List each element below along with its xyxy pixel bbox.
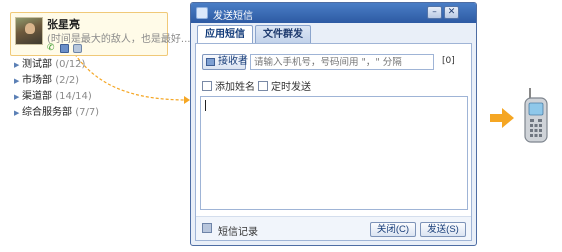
text-caret <box>205 100 206 111</box>
sms-icon[interactable] <box>60 44 69 53</box>
dialog-footer: 短信记录 关闭(C) 发送(S) <box>196 216 471 240</box>
contact-panel: 张星亮 (时间是最大的敌人，也是最好... ✆ ▶ 测试部 (0/12) ▶ 市场部… <box>10 12 190 122</box>
sms-history-link[interactable]: 短信记录 <box>218 223 258 238</box>
expand-arrow-icon[interactable]: ▶ <box>14 73 22 89</box>
expand-arrow-icon[interactable]: ▶ <box>14 57 22 73</box>
group-count: (2/2) <box>55 75 80 86</box>
group-count: (0/12) <box>55 59 86 70</box>
contact-actions: ✆ <box>47 44 86 54</box>
group-count: (14/14) <box>55 91 92 102</box>
contact-status: (时间是最大的敌人，也是最好... <box>47 34 191 45</box>
tab-app-sms[interactable]: 应用短信 <box>197 25 253 43</box>
recipient-button[interactable]: 接收者 <box>202 54 248 70</box>
phone-icon[interactable]: ✆ <box>47 44 56 53</box>
group-label: 综合服务部 <box>22 107 72 118</box>
group-count: (7/7) <box>75 107 100 118</box>
group-label: 测试部 <box>22 59 52 70</box>
right-arrow-icon <box>490 108 514 128</box>
checkbox-box[interactable] <box>258 81 268 91</box>
dialog-title: 发送短信 <box>213 11 253 22</box>
fax-icon[interactable] <box>73 44 82 53</box>
dialog-titlebar[interactable]: 发送短信 – ✕ <box>191 3 476 23</box>
timed-send-checkbox[interactable]: 定时发送 <box>258 78 311 93</box>
close-button[interactable]: 关闭(C) <box>370 222 416 237</box>
address-book-icon <box>206 58 215 66</box>
char-count: [0] <box>442 56 455 66</box>
contact-card[interactable]: 张星亮 (时间是最大的敌人，也是最好... ✆ <box>10 12 190 56</box>
avatar[interactable] <box>15 17 43 45</box>
group-item[interactable]: ▶ 渠道部 (14/14) <box>10 89 170 105</box>
group-label: 市场部 <box>22 75 52 86</box>
dialog-content: 接收者 [0] 添加姓名 定时发送 短信记录 关闭(C) 发送(S) <box>195 43 472 241</box>
minimize-button[interactable]: – <box>427 6 442 19</box>
message-textarea[interactable] <box>200 96 468 210</box>
checkbox-box[interactable] <box>202 81 212 91</box>
mobile-phone-icon <box>524 88 548 143</box>
recipient-button-label: 接收者 <box>218 56 248 67</box>
tab-file-broadcast[interactable]: 文件群发 <box>255 25 311 43</box>
group-item[interactable]: ▶ 综合服务部 (7/7) <box>10 105 170 121</box>
timed-send-label: 定时发送 <box>271 82 311 93</box>
sms-app-icon <box>196 7 208 19</box>
send-sms-dialog: 发送短信 – ✕ 应用短信 文件群发 接收者 [0] 添加姓名 定时发送 短信记… <box>190 2 477 246</box>
add-name-label: 添加姓名 <box>215 82 255 93</box>
group-item[interactable]: ▶ 市场部 (2/2) <box>10 73 170 89</box>
group-list: ▶ 测试部 (0/12) ▶ 市场部 (2/2) ▶ 渠道部 (14/14) ▶ 综合服… <box>10 57 170 121</box>
add-name-checkbox[interactable]: 添加姓名 <box>202 78 255 93</box>
send-button[interactable]: 发送(S) <box>420 222 466 237</box>
group-item[interactable]: ▶ 测试部 (0/12) <box>10 57 170 73</box>
close-window-button[interactable]: ✕ <box>444 6 459 19</box>
history-icon[interactable] <box>202 223 212 233</box>
recipient-input[interactable] <box>250 54 434 70</box>
expand-arrow-icon[interactable]: ▶ <box>14 105 22 121</box>
expand-arrow-icon[interactable]: ▶ <box>14 89 22 105</box>
group-label: 渠道部 <box>22 91 52 102</box>
